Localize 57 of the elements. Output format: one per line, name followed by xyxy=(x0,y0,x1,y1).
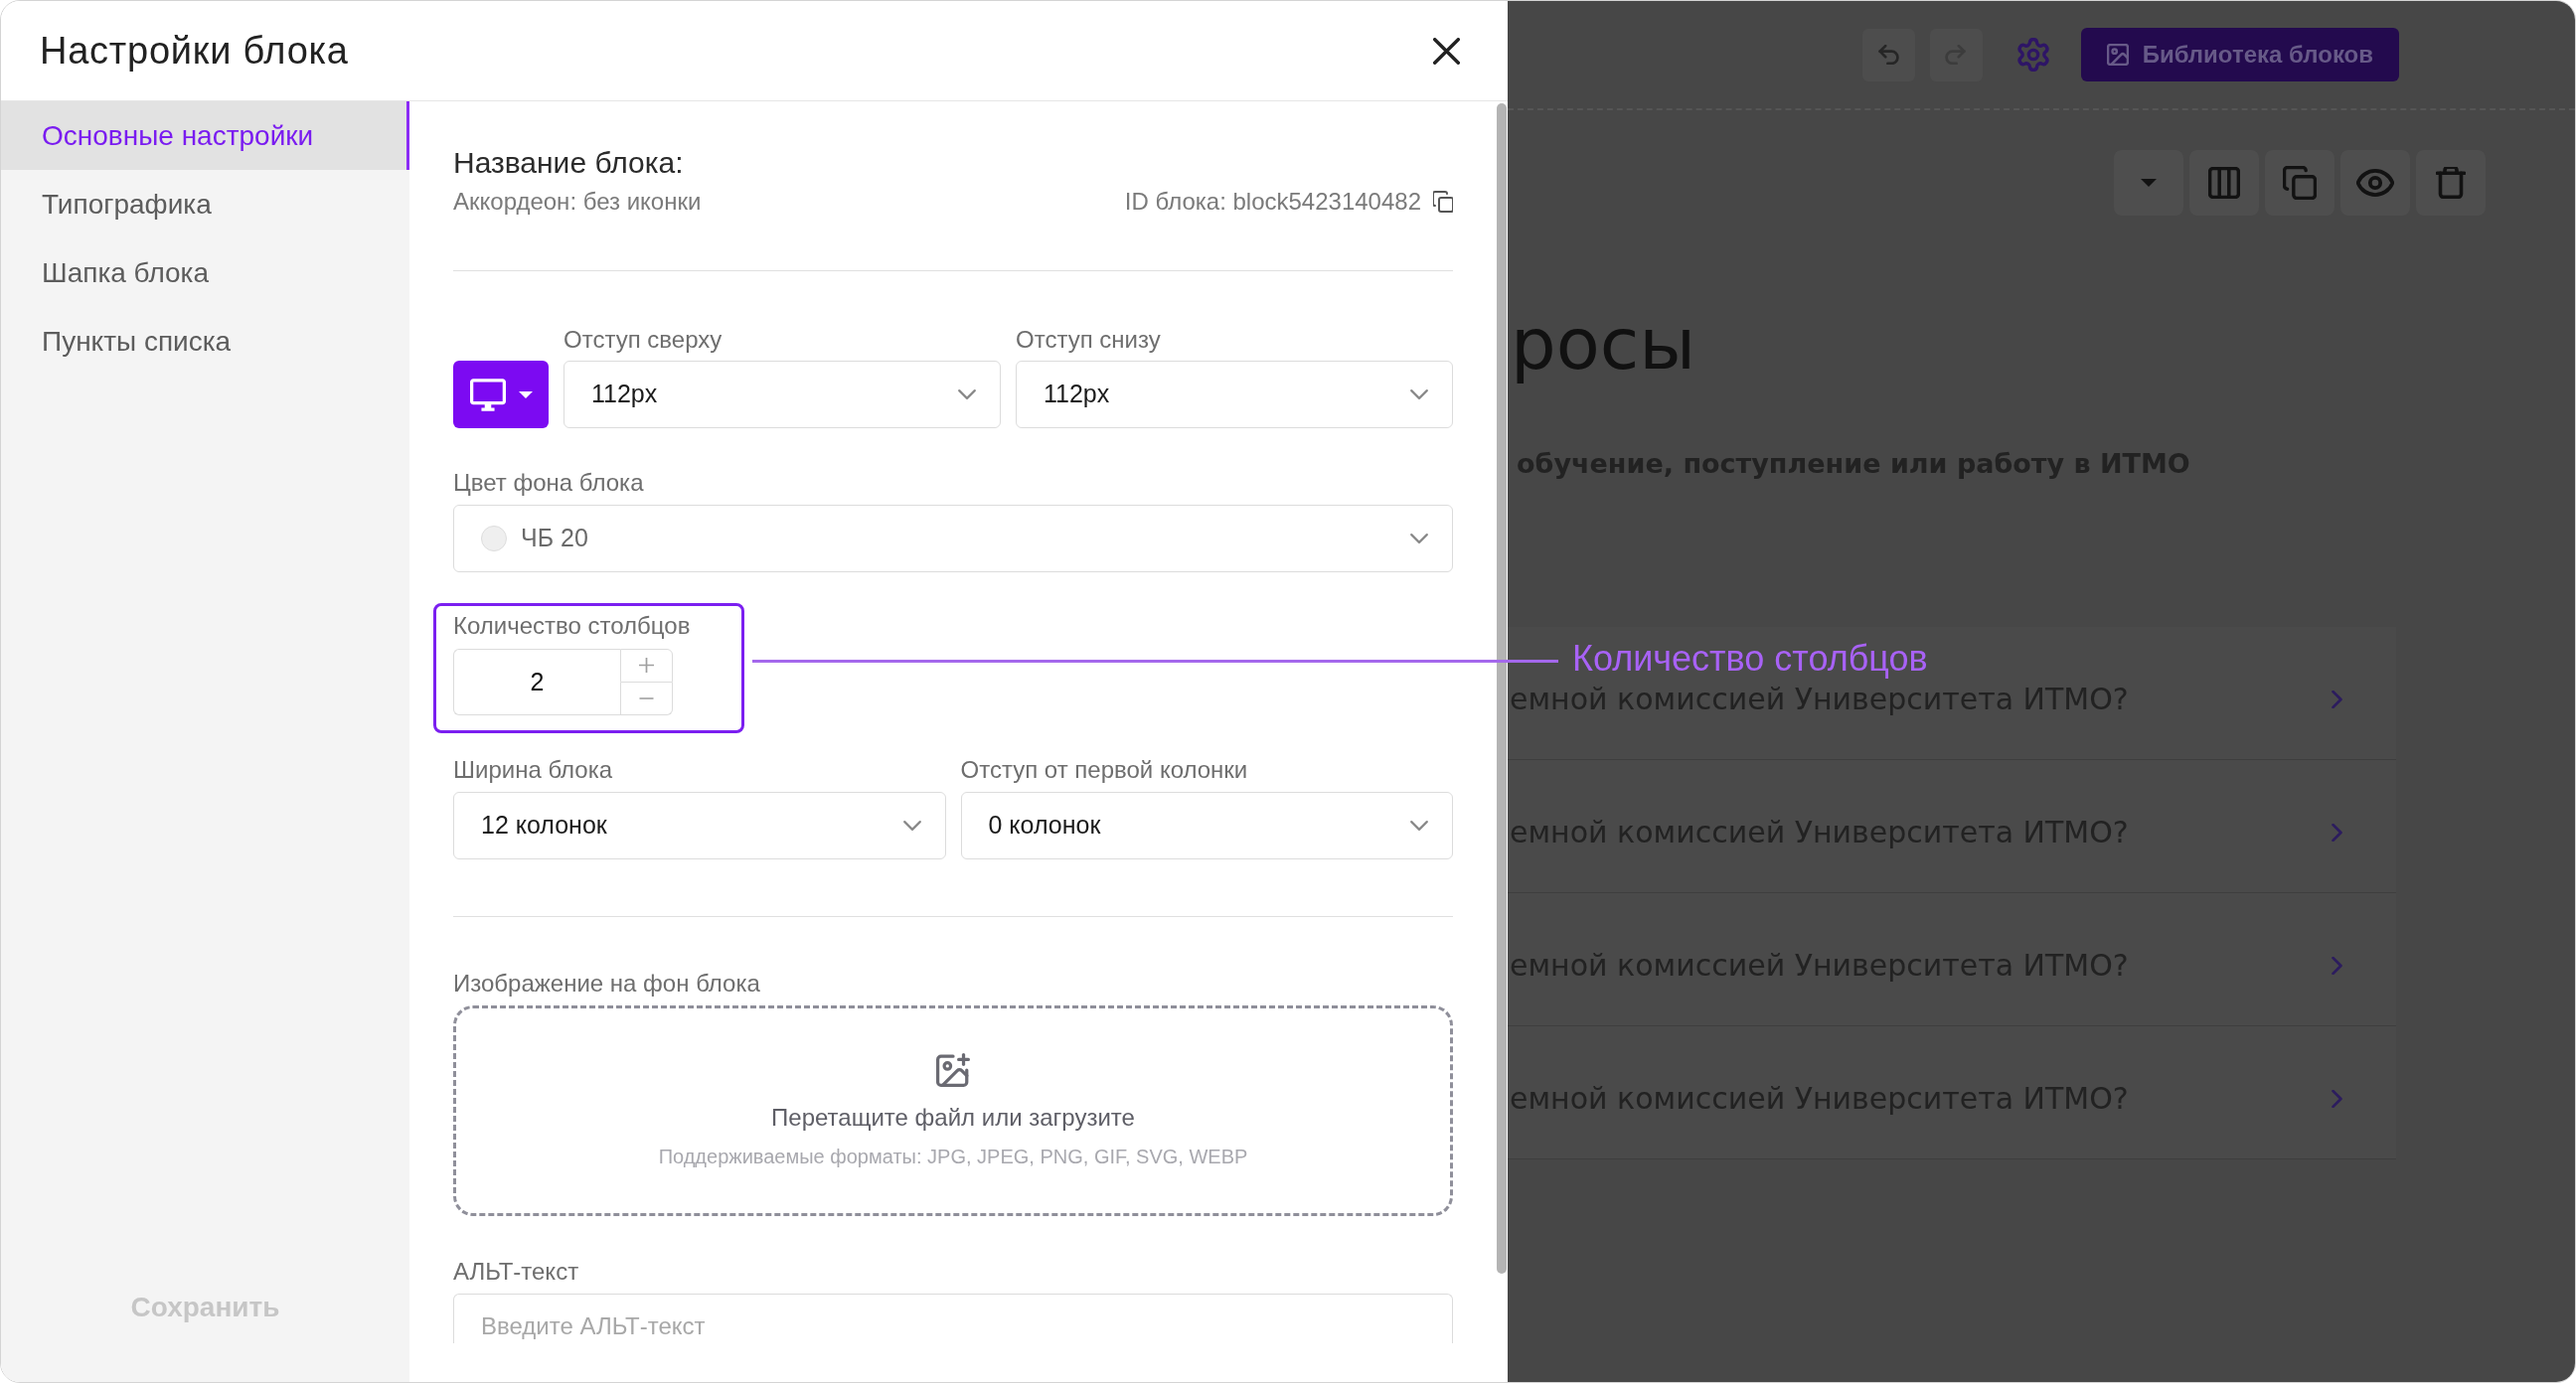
field-label: Изображение на фон блока xyxy=(453,970,761,998)
field-label: АЛЬТ-текст xyxy=(453,1258,580,1286)
minus-icon xyxy=(639,696,654,699)
caret-down-icon xyxy=(518,390,533,398)
sidebar-item[interactable]: Основные настройки xyxy=(1,101,409,170)
chevron-down-icon xyxy=(902,821,921,831)
alt-text-field[interactable]: Введите АЛЬТ-текст xyxy=(453,1294,1453,1343)
color-swatch-icon xyxy=(481,526,507,551)
field-label: Отступ сверху xyxy=(564,326,724,354)
copy-icon xyxy=(2283,166,2317,200)
field-label: Отступ от первой колонки xyxy=(960,756,1249,784)
dropdown[interactable]: 12 колонок xyxy=(453,792,946,859)
block-id-text: ID блока: block5423140482 xyxy=(1124,188,1421,216)
increment-button[interactable] xyxy=(620,649,673,683)
field-label: Отступ снизу xyxy=(1016,326,1162,354)
duplicate-button[interactable] xyxy=(2265,150,2334,216)
image-plus-icon xyxy=(936,1053,970,1087)
dropdown[interactable]: 0 колонок xyxy=(960,792,1453,859)
field-label: Цвет фона блока xyxy=(453,469,645,497)
image-icon xyxy=(2106,44,2129,66)
dropdown[interactable]: 112px xyxy=(1016,361,1453,428)
undo-button[interactable] xyxy=(1861,28,1915,81)
settings-icon[interactable] xyxy=(2015,38,2050,72)
dropzone-formats: Поддерживаемые форматы: JPG, JPEG, PNG, GIF, SVG, WEBP xyxy=(658,1145,1248,1168)
sidebar-item[interactable]: Пункты списка xyxy=(1,307,409,376)
file-dropzone[interactable]: Перетащите файл или загрузите Поддерживаемые форматы: JPG, JPEG, PNG, GIF, SVG, WEBP xyxy=(453,1005,1453,1216)
caret-down-icon xyxy=(2141,179,2157,187)
preview-button[interactable] xyxy=(2340,150,2410,216)
scrollbar[interactable] xyxy=(1497,103,1507,1274)
columns-icon xyxy=(2208,167,2240,199)
chevron-down-icon xyxy=(1410,821,1428,831)
sidebar-item[interactable]: Шапка блока xyxy=(1,238,409,307)
undo-icon xyxy=(1877,45,1900,65)
delete-button[interactable] xyxy=(2416,150,2486,216)
copy-icon[interactable] xyxy=(1433,190,1453,214)
dropzone-prompt: Перетащите файл или загрузите xyxy=(771,1104,1135,1132)
annotation-label: Количество столбцов xyxy=(1572,639,1928,679)
field-label: Ширина блока xyxy=(453,756,614,784)
chevron-down-icon xyxy=(1410,534,1428,543)
device-button[interactable] xyxy=(453,361,549,428)
sidebar-item[interactable]: Типографика xyxy=(1,170,409,238)
chevron-down-icon xyxy=(1410,389,1428,399)
columns-button[interactable] xyxy=(2189,150,2259,216)
field-label: Количество столбцов xyxy=(453,612,692,640)
monitor-icon xyxy=(469,378,506,411)
dialog-title: Настройки блока xyxy=(40,29,349,74)
close-icon[interactable] xyxy=(1433,37,1460,65)
block-name-heading: Название блока: xyxy=(453,145,685,181)
dropdown[interactable]: 112px xyxy=(564,361,1001,428)
color-dropdown[interactable]: ЧБ 20 xyxy=(453,505,1453,572)
number-field[interactable]: 2 xyxy=(453,649,620,715)
block-type-text: Аккордеон: без иконки xyxy=(453,188,702,216)
chevron-down-icon xyxy=(958,389,976,399)
trash-icon xyxy=(2436,167,2466,199)
decrement-button[interactable] xyxy=(620,682,673,715)
plus-icon xyxy=(639,658,654,674)
eye-icon xyxy=(2356,169,2394,197)
